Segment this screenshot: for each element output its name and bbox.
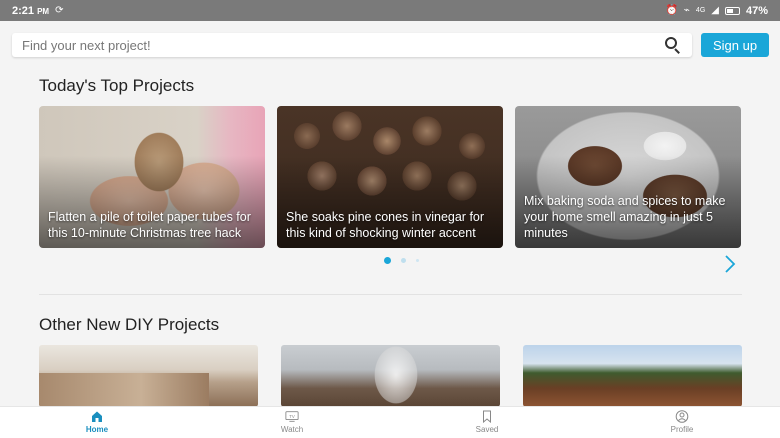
network-type: 4G [695,7,706,14]
section-title-other-projects: Other New DIY Projects [39,315,220,334]
pager-dot[interactable] [416,259,419,262]
tv-icon: TV [285,411,299,422]
nav-label-profile: Profile [670,425,694,434]
wifi-icon: ⌁ [683,4,690,16]
svg-text:TV: TV [289,414,295,419]
signup-button[interactable]: Sign up [701,33,769,57]
pager-dot-active[interactable] [384,257,391,264]
project-card-caption: Flatten a pile of toilet paper tubes for… [48,210,251,240]
project-card[interactable]: She soaks pine cones in vinegar for this… [277,106,503,248]
status-left: 2:21 PM ⟳ [12,5,63,17]
carousel-pager [384,257,419,264]
nav-item-profile[interactable]: Profile [652,410,712,434]
nav-item-home[interactable]: Home [67,410,127,434]
project-card-caption: She soaks pine cones in vinegar for this… [286,210,485,240]
battery-percent: 47% [745,4,768,17]
nav-item-saved[interactable]: Saved [457,410,517,434]
project-card-caption: Mix baking soda and spices to make your … [524,194,726,240]
chevron-right-icon[interactable] [723,255,737,273]
sync-icon: ⟳ [55,4,64,16]
project-thumbnail[interactable] [523,345,742,407]
nav-label-saved: Saved [475,425,499,434]
alarm-icon: ⏰ [665,4,678,16]
status-time: 2:21 PM [12,5,49,17]
bookmark-icon [483,410,491,423]
battery-icon [724,6,740,15]
project-thumbnail[interactable] [281,345,500,407]
status-right: ⏰ ⌁ 4G ◢ 47% [665,5,768,17]
nav-item-watch[interactable]: TV Watch [262,410,322,434]
profile-icon [675,410,689,423]
search-icon[interactable] [664,36,682,54]
status-bar: 2:21 PM ⟳ ⏰ ⌁ 4G ◢ 47% [0,0,780,21]
project-thumbnail[interactable] [39,345,258,407]
status-ampm: PM [37,6,50,16]
search-input[interactable] [22,37,664,53]
bottom-nav: Home TV Watch Saved Profile [0,406,780,438]
project-card[interactable]: Flatten a pile of toilet paper tubes for… [39,106,265,248]
signal-icon: ◢ [711,4,719,16]
nav-label-watch: Watch [280,425,304,434]
pager-dot[interactable] [401,258,406,263]
section-title-top-projects: Today's Top Projects [39,76,195,95]
nav-label-home: Home [85,425,109,434]
status-time-value: 2:21 [12,4,35,17]
project-card[interactable]: Mix baking soda and spices to make your … [515,106,741,248]
search-bar[interactable] [12,33,692,57]
divider [39,294,742,295]
home-icon [92,411,102,422]
